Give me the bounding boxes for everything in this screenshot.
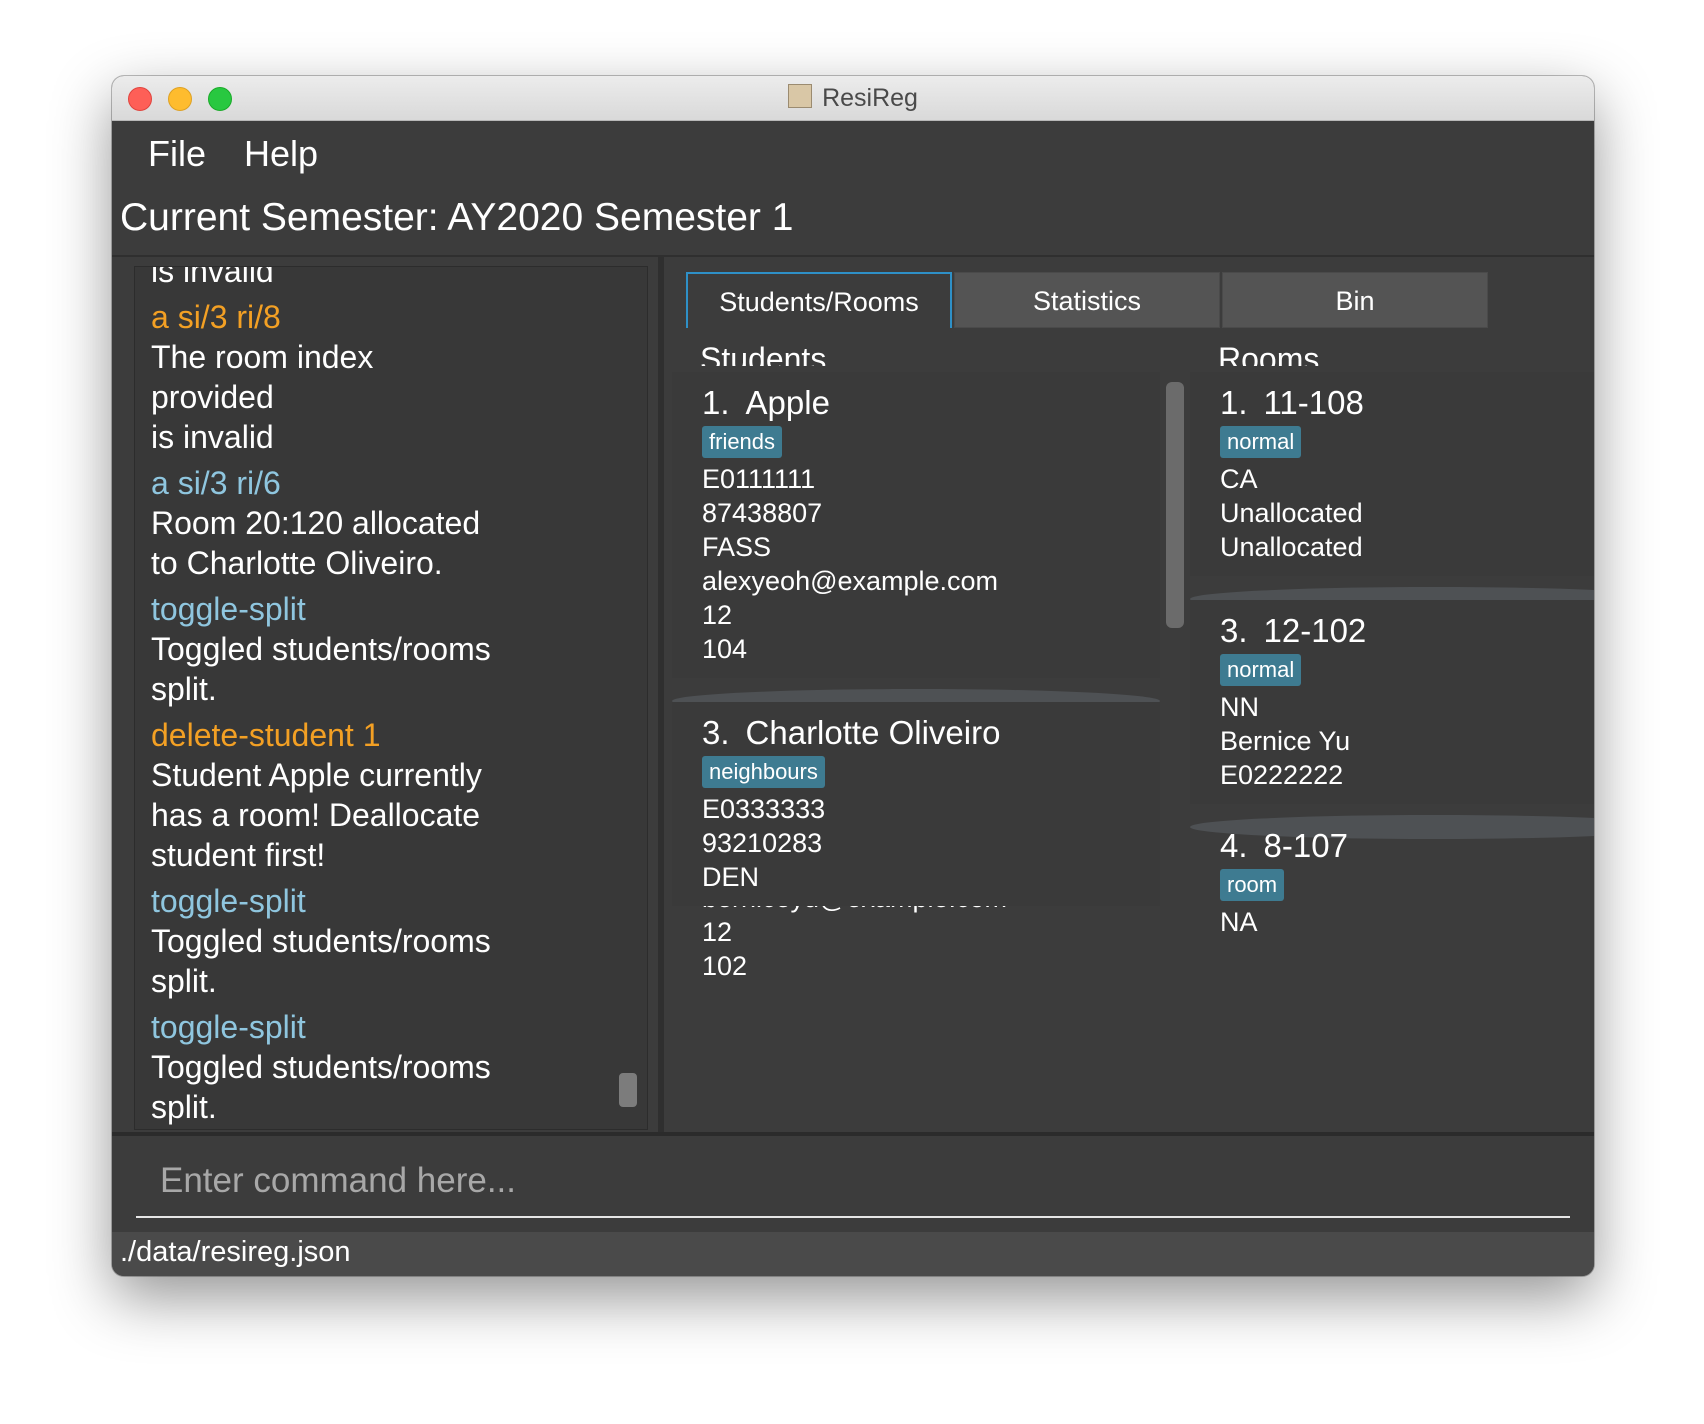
log-result-line: split.	[151, 963, 217, 999]
log-result-line: split.	[151, 671, 217, 707]
student-card[interactable]: 1. Apple friends E0111111 87438807 FASS alexye…	[672, 372, 1160, 678]
student-card-field: alexyeoh@example.com	[702, 566, 999, 596]
log-result-line: Room 20:120 allocated	[151, 505, 481, 541]
log-result-line: Toggled students/rooms	[151, 923, 491, 959]
room-card-title: 1. 11-108	[1220, 384, 1594, 422]
tag-badge: normal	[1220, 654, 1302, 686]
student-card-field: 102	[702, 951, 748, 981]
room-card-index: 1.	[1220, 384, 1248, 421]
tag-list: room	[1220, 869, 1594, 903]
tag-badge: normal	[1220, 426, 1302, 458]
result-log-panel[interactable]: is invalid a si/3 ri/8 The room index prov…	[134, 266, 648, 1130]
log-result-line: Student Apple currently	[151, 757, 482, 793]
tag-badge: friends	[702, 426, 783, 458]
tag-list: normal	[1220, 426, 1594, 460]
log-result-line: is invalid	[151, 266, 274, 289]
student-card-title: 1. Apple	[702, 384, 1160, 422]
rooms-list[interactable]: 1.11-108normalCAUnallocatedUnallocated2.…	[1190, 372, 1594, 1128]
split-divider[interactable]	[658, 256, 664, 1132]
room-card-field: NA	[1220, 907, 1258, 937]
student-card-field: 104	[702, 634, 748, 664]
student-card-index: 1.	[702, 384, 730, 421]
window-title: ResiReg	[822, 84, 918, 112]
log-result-line: has a room! Deallocate	[151, 797, 481, 833]
log-result-line: to Charlotte Oliveiro.	[151, 545, 443, 581]
log-command: toggle-split	[151, 1009, 306, 1045]
room-card-name: 8-107	[1263, 827, 1348, 864]
student-card-name: Apple	[745, 384, 830, 421]
students-heading: Students	[700, 341, 827, 366]
student-card-field: DEN	[702, 862, 760, 892]
log-result-line: The room index provided	[151, 339, 374, 415]
student-card-field: 93210283	[702, 828, 823, 858]
students-list-scrollbar[interactable]	[1166, 382, 1184, 628]
student-card-field: E0333333	[702, 794, 826, 824]
room-card-name: 12-102	[1263, 612, 1367, 649]
tab-statistics[interactable]: Statistics	[954, 272, 1220, 328]
tag-list: neighbours	[702, 756, 1160, 790]
room-card-field: CA	[1220, 464, 1258, 494]
log-result-line: is invalid	[151, 419, 274, 455]
app-icon	[788, 84, 813, 108]
room-card-field: Unallocated	[1220, 498, 1363, 528]
room-card[interactable]: 3. 12-102 normal NN Bernice Yu E0222222	[1190, 600, 1594, 804]
room-card[interactable]: 4. 8-107 room NA	[1190, 815, 1594, 937]
tab-students-rooms[interactable]: Students/Rooms	[686, 272, 952, 328]
log-command: toggle-split	[151, 591, 306, 627]
student-card[interactable]: 3. Charlotte Oliveiro neighbours E0333333 93…	[672, 702, 1160, 906]
student-card-field: 87438807	[702, 498, 823, 528]
divider	[112, 255, 1594, 257]
student-card-field: 12	[702, 600, 733, 630]
room-card[interactable]: 1. 11-108 normal CA Unallocated Unallocated	[1190, 372, 1594, 576]
result-log-list: is invalid a si/3 ri/8 The room index prov…	[151, 266, 501, 1127]
room-card-title: 3. 12-102	[1220, 612, 1594, 650]
tab-bin[interactable]: Bin	[1222, 272, 1488, 328]
command-input[interactable]	[136, 1146, 1570, 1218]
log-result-line: split.	[151, 1089, 217, 1125]
student-card-field: 12	[702, 917, 733, 947]
room-card-field: Bernice Yu	[1220, 726, 1351, 756]
room-card-field: NN	[1220, 692, 1259, 722]
command-box	[112, 1136, 1594, 1236]
student-card-title: 3. Charlotte Oliveiro	[702, 714, 1160, 752]
tag-list: friends	[702, 426, 1160, 460]
student-card-field: E0111111	[702, 464, 816, 494]
result-log-scrollbar[interactable]	[619, 1073, 637, 1107]
log-command: a si/3 ri/8	[151, 299, 281, 335]
tag-badge: neighbours	[702, 756, 825, 788]
log-command: a si/3 ri/6	[151, 465, 281, 501]
title-bar: ResiReg	[112, 76, 1594, 121]
menu-help[interactable]: Help	[244, 133, 318, 175]
room-card-index: 4.	[1220, 827, 1248, 864]
menu-bar: File Help	[112, 121, 1594, 187]
students-list[interactable]: 1. Apple friends E0111111 87438807 FASS alexye…	[672, 372, 1160, 1128]
room-card-title: 4. 8-107	[1220, 827, 1594, 865]
app-window: ResiReg File Help Current Semester: AY20…	[112, 76, 1594, 1276]
log-command: toggle-split	[151, 883, 306, 919]
menu-file[interactable]: File	[148, 133, 206, 175]
log-result-line: student first!	[151, 837, 326, 873]
room-card-field: E0222222	[1220, 760, 1344, 790]
log-result-line: Toggled students/rooms	[151, 1049, 491, 1085]
room-card-index: 3.	[1220, 612, 1248, 649]
student-card-index: 3.	[702, 714, 730, 751]
room-card-name: 11-108	[1263, 384, 1364, 421]
room-card-field: Unallocated	[1220, 532, 1363, 562]
data-file-path: ./data/resireg.json	[120, 1236, 351, 1268]
current-semester-label: Current Semester: AY2020 Semester 1	[120, 196, 794, 239]
tag-list: normal	[1220, 654, 1594, 688]
rooms-heading: Rooms	[1218, 341, 1320, 366]
student-card-name: Charlotte Oliveiro	[745, 714, 1001, 751]
student-card-field: FASS	[702, 532, 772, 562]
log-command: delete-student 1	[151, 717, 381, 753]
log-result-line: Toggled students/rooms	[151, 631, 491, 667]
window-title-container: ResiReg	[112, 76, 1594, 120]
status-bar: ./data/resireg.json	[112, 1232, 1594, 1276]
tag-badge: room	[1220, 869, 1285, 901]
